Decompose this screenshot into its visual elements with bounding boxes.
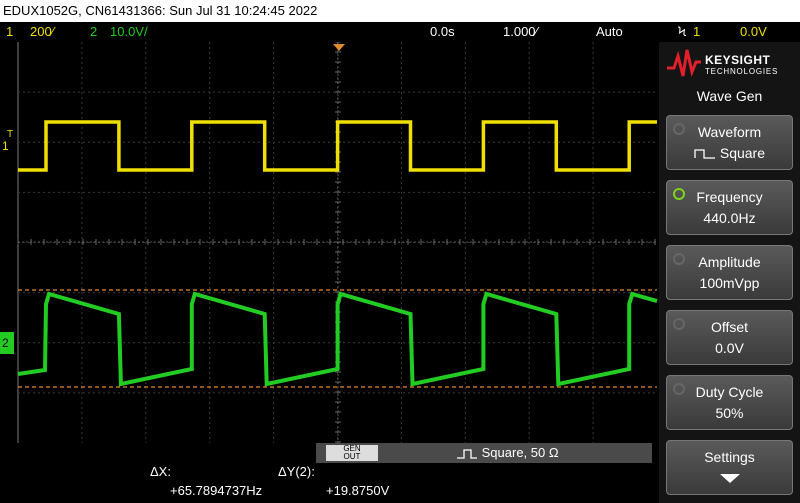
softkey-value: 440.0Hz bbox=[703, 210, 756, 226]
square-wave-icon bbox=[694, 149, 715, 159]
status-bar: 1 200⁄ 2 10.0V/ 0.0s 1.000⁄ Auto Ϟ 1 0.0… bbox=[0, 22, 800, 42]
ch1-ground-marker: 1 bbox=[2, 139, 9, 153]
trigger-channel[interactable]: 1 bbox=[693, 22, 700, 42]
ch1-scale[interactable]: 200⁄ bbox=[30, 22, 54, 42]
trigger-mode[interactable]: Auto bbox=[596, 22, 623, 42]
gen-output-text: Square, 50 Ω bbox=[481, 445, 559, 460]
square-wave-icon bbox=[457, 448, 477, 459]
waveform-softkey[interactable]: Waveform Square bbox=[666, 115, 793, 170]
waveform-display[interactable]: T 1 2 bbox=[0, 42, 659, 443]
softkey-label: Waveform bbox=[697, 124, 762, 140]
delta-x-value: +65.7894737Hz bbox=[170, 483, 263, 498]
softkey-label: Settings bbox=[704, 449, 755, 465]
panel-title: Wave Gen bbox=[696, 88, 763, 104]
title-bar: EDUX1052G, CN61431366: Sun Jul 31 10:24:… bbox=[0, 0, 800, 22]
time-offset[interactable]: 0.0s bbox=[430, 22, 455, 42]
softkey-panel: KEYSIGHT TECHNOLOGIES Wave Gen Waveform … bbox=[659, 42, 800, 503]
softkey-value: Square bbox=[719, 145, 766, 161]
graticule: T 1 2 bbox=[0, 42, 658, 443]
delta-y-label: ΔY(2): bbox=[278, 464, 315, 479]
frequency-softkey[interactable]: Frequency 440.0Hz bbox=[666, 180, 793, 235]
time-scale[interactable]: 1.000⁄ bbox=[503, 22, 538, 42]
ch1-waveform bbox=[18, 120, 657, 172]
gen-output-bar: GEN OUT Square, 50 Ω bbox=[316, 443, 652, 463]
softkey-label: Offset bbox=[710, 319, 749, 335]
ch2-ground-marker: 2 bbox=[2, 336, 9, 350]
settings-softkey[interactable]: Settings bbox=[666, 440, 793, 495]
gen-out-button[interactable]: GEN OUT bbox=[326, 445, 378, 461]
logo-text-primary: KEYSIGHT bbox=[705, 53, 771, 67]
keysight-logo: KEYSIGHT TECHNOLOGIES bbox=[659, 42, 800, 86]
softkey-label: Frequency bbox=[696, 189, 763, 205]
gen-out-line2: OUT bbox=[343, 452, 361, 461]
amplitude-softkey[interactable]: Amplitude 100mVpp bbox=[666, 245, 793, 300]
trigger-level[interactable]: 0.0V bbox=[740, 22, 767, 42]
offset-softkey[interactable]: Offset 0.0V bbox=[666, 310, 793, 365]
down-arrow-icon bbox=[720, 474, 740, 483]
softkey-value: 0.0V bbox=[715, 340, 744, 356]
softkey-value: 50% bbox=[715, 405, 744, 421]
logo-text-secondary: TECHNOLOGIES bbox=[705, 67, 779, 76]
duty-cycle-softkey[interactable]: Duty Cycle 50% bbox=[666, 375, 793, 430]
trigger-edge-icon: Ϟ bbox=[678, 24, 687, 39]
ch2-scale[interactable]: 10.0V/ bbox=[110, 22, 148, 42]
delta-y-value: +19.8750V bbox=[326, 483, 390, 498]
ch2-number[interactable]: 2 bbox=[90, 22, 97, 42]
delta-x-label: ΔX: bbox=[150, 464, 171, 479]
trigger-position-marker bbox=[333, 44, 345, 51]
keysight-wave-icon bbox=[667, 49, 701, 78]
softkey-label: Duty Cycle bbox=[695, 384, 764, 400]
ch2-waveform bbox=[17, 291, 658, 387]
title-text: EDUX1052G, CN61431366: Sun Jul 31 10:24:… bbox=[3, 3, 318, 18]
softkey-value: 100mVpp bbox=[699, 275, 760, 291]
ch1-number[interactable]: 1 bbox=[6, 22, 13, 42]
softkey-label: Amplitude bbox=[698, 254, 761, 270]
